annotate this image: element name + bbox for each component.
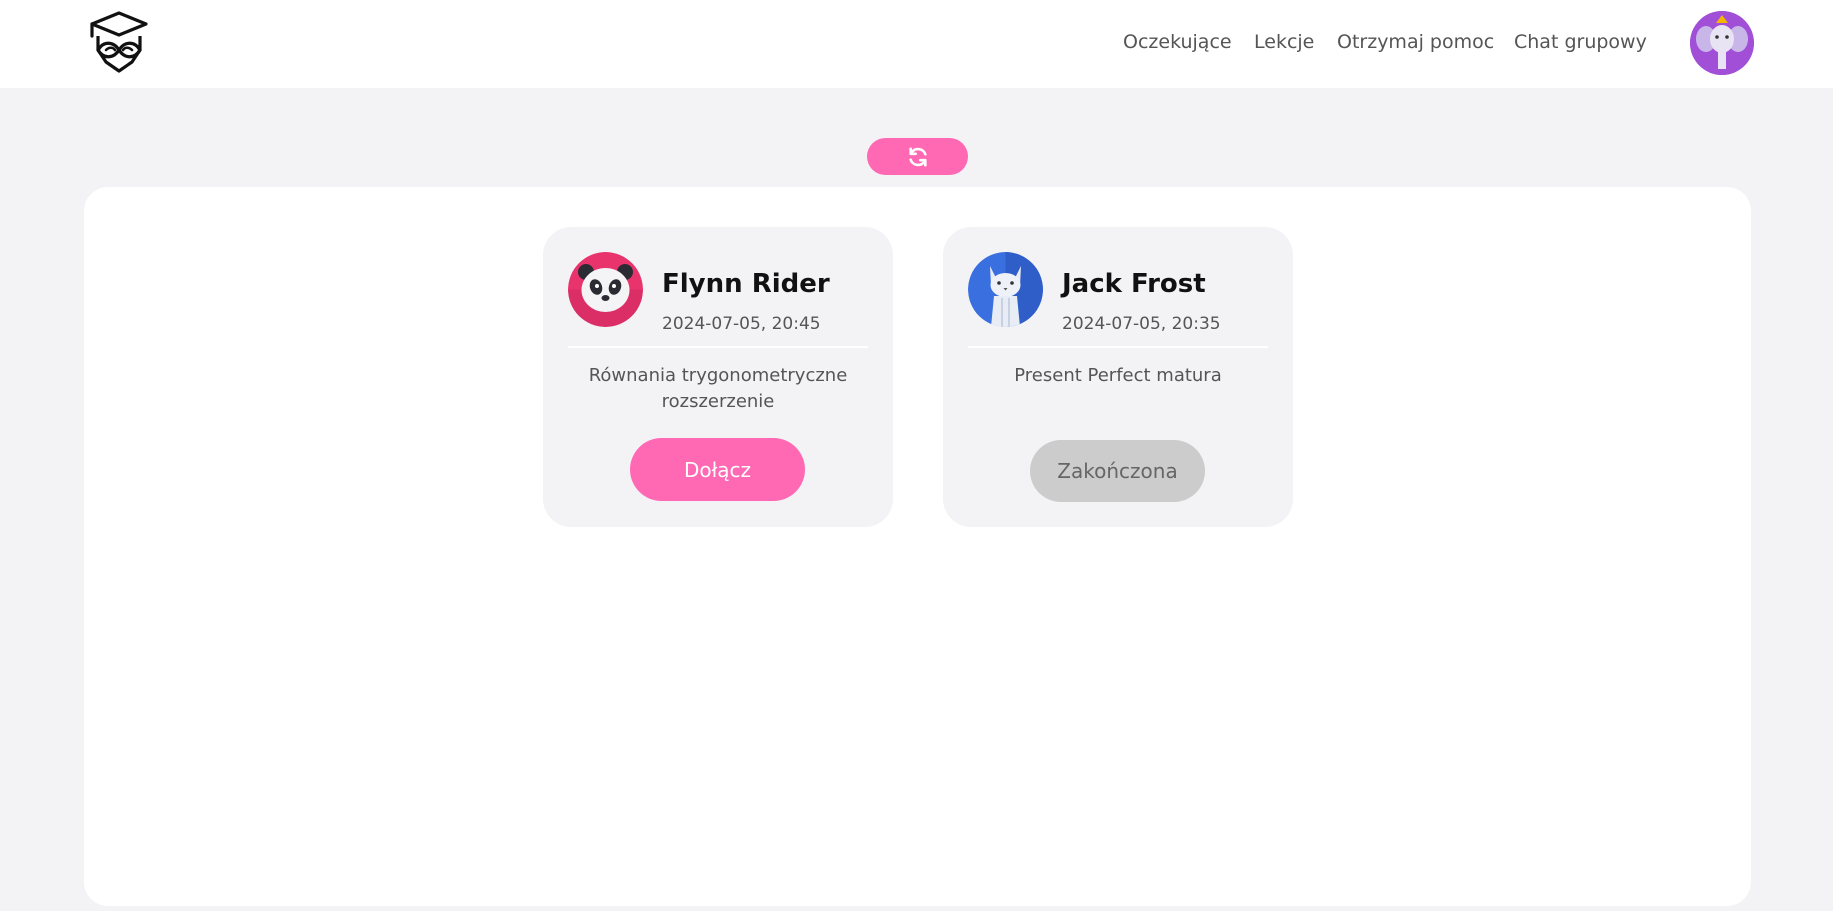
- nav-link-oczekujace[interactable]: Oczekujące: [1123, 31, 1232, 53]
- lesson-avatar: [968, 252, 1043, 327]
- lesson-datetime: 2024-07-05, 20:35: [1062, 314, 1221, 334]
- nav-link-lekcje[interactable]: Lekcje: [1254, 31, 1314, 53]
- lesson-card: Jack Frost 2024-07-05, 20:35 Present Per…: [943, 227, 1293, 527]
- top-navbar: Oczekujące Lekcje Otrzymaj pomoc Chat gr…: [0, 0, 1833, 88]
- tutor-name: Flynn Rider: [662, 269, 830, 299]
- card-divider: [568, 346, 868, 348]
- graduation-cap-owl-icon[interactable]: [86, 10, 152, 74]
- user-avatar[interactable]: [1690, 11, 1754, 75]
- cat-avatar-icon: [968, 252, 1043, 327]
- elephant-avatar-icon: [1690, 11, 1754, 75]
- finished-button: Zakończona: [1030, 440, 1205, 502]
- panda-avatar-icon: [568, 252, 643, 327]
- lessons-panel: [84, 187, 1751, 906]
- card-divider: [968, 346, 1268, 348]
- lesson-topic: Równania trygonometryczne rozszerzenie: [588, 365, 848, 412]
- tutor-name: Jack Frost: [1062, 269, 1206, 299]
- refresh-button[interactable]: [867, 138, 968, 175]
- lesson-avatar: [568, 252, 643, 327]
- refresh-icon: [908, 146, 927, 167]
- nav-link-chat-grupowy[interactable]: Chat grupowy: [1514, 31, 1647, 53]
- lesson-topic: Present Perfect matura: [1014, 365, 1222, 386]
- nav-link-otrzymaj-pomoc[interactable]: Otrzymaj pomoc: [1337, 31, 1494, 53]
- join-button[interactable]: Dołącz: [630, 438, 805, 501]
- lesson-card: Flynn Rider 2024-07-05, 20:45 Równania t…: [543, 227, 893, 527]
- lesson-datetime: 2024-07-05, 20:45: [662, 314, 821, 334]
